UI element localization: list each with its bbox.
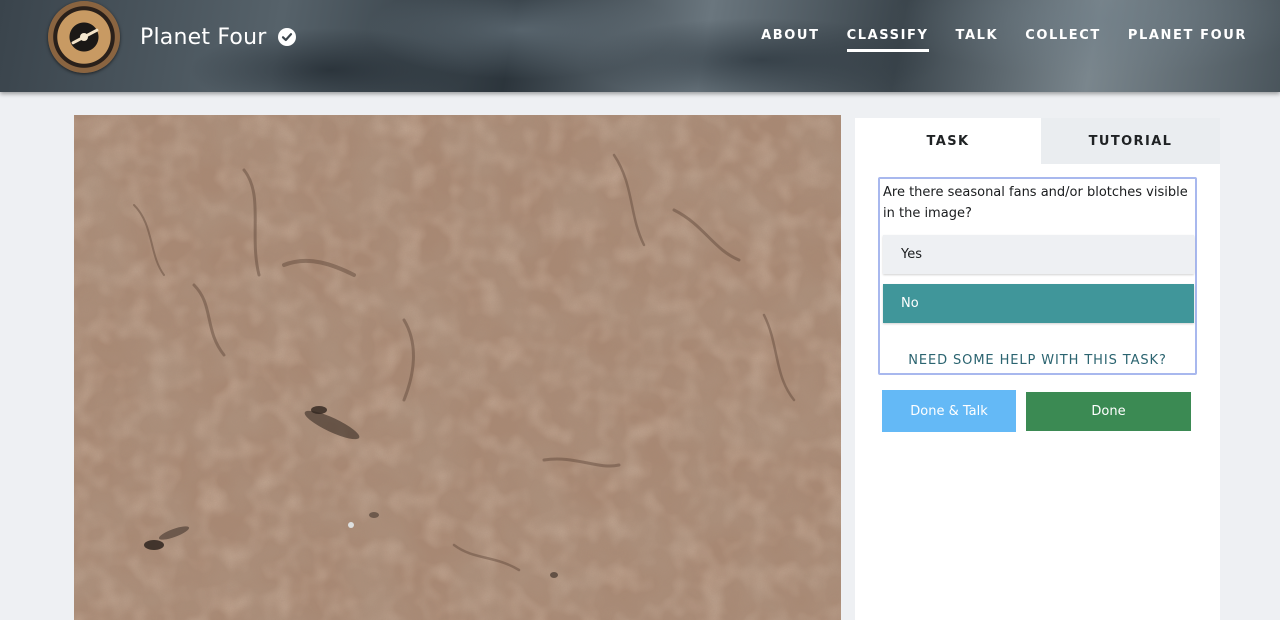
nav-about[interactable]: ABOUT [761, 28, 819, 52]
verified-check-icon [278, 28, 297, 46]
tab-task[interactable]: TASK [855, 118, 1041, 164]
panel-tabs: TASK TUTORIAL [855, 118, 1220, 164]
mars-surface-image [74, 115, 841, 620]
main-nav: ABOUT CLASSIFY TALK COLLECT PLANET FOUR [761, 28, 1247, 52]
done-and-talk-button[interactable]: Done & Talk [882, 390, 1016, 432]
answer-yes-button[interactable]: Yes [883, 235, 1194, 274]
nav-talk[interactable]: TALK [956, 28, 999, 52]
project-title[interactable]: Planet Four [140, 22, 297, 52]
tab-tutorial[interactable]: TUTORIAL [1040, 118, 1220, 164]
task-panel: TASK TUTORIAL Are there seasonal fans an… [855, 118, 1220, 620]
nav-collect[interactable]: COLLECT [1025, 28, 1101, 52]
task-question: Are there seasonal fans and/or blotches … [883, 185, 1188, 221]
done-button[interactable]: Done [1026, 392, 1191, 431]
subject-image[interactable] [74, 115, 841, 620]
answer-no-button[interactable]: No [883, 284, 1194, 323]
site-header: Planet Four ABOUT CLASSIFY TALK COLLECT … [0, 0, 1280, 92]
question-box: Are there seasonal fans and/or blotches … [878, 177, 1197, 375]
nav-planet-four[interactable]: PLANET FOUR [1128, 28, 1247, 52]
project-name[interactable]: Planet Four [140, 25, 266, 50]
logo-hub [80, 33, 88, 41]
planet-four-logo-icon[interactable] [48, 1, 120, 73]
task-help-link[interactable]: NEED SOME HELP WITH THIS TASK? [880, 353, 1195, 368]
nav-classify[interactable]: CLASSIFY [846, 28, 929, 52]
